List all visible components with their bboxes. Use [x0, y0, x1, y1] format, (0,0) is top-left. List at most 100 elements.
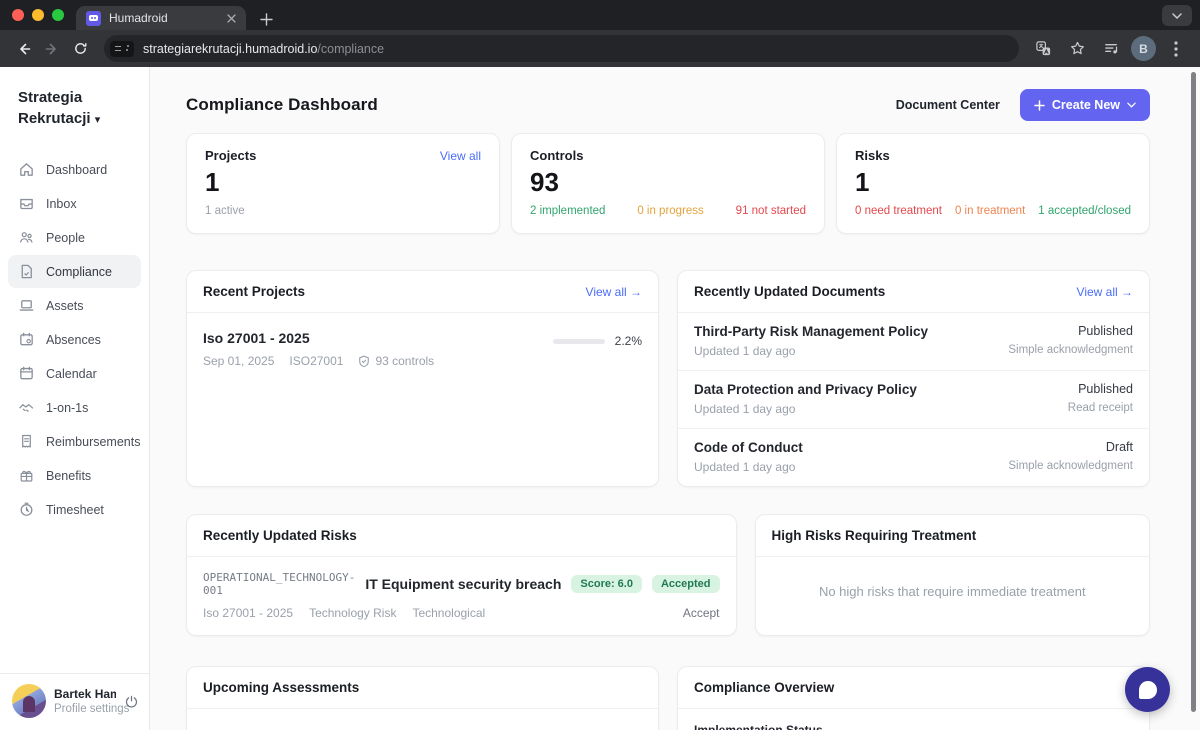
compliance-document-icon [18, 263, 35, 280]
risk-score-badge: Score: 6.0 [571, 575, 642, 593]
risks-title: Risks [855, 148, 890, 163]
project-date: Sep 01, 2025 [203, 354, 274, 368]
recent-projects-panel: Recent Projects View all → Iso 27001 - 2… [186, 270, 659, 487]
gift-icon [18, 467, 35, 484]
upcoming-assessments-panel: Upcoming Assessments No upcoming assessm… [186, 666, 659, 730]
sidebar-item-assets[interactable]: Assets [8, 289, 141, 322]
back-icon[interactable] [10, 35, 38, 63]
tab-title: Humadroid [109, 11, 219, 25]
workspace-name: Strategia Rekrutacji [18, 89, 91, 127]
document-status: Published [1008, 324, 1133, 338]
shield-icon [358, 355, 370, 368]
sidebar-item-benefits[interactable]: Benefits [8, 459, 141, 492]
browser-tab[interactable]: Humadroid [76, 6, 246, 30]
documents-view-all-link[interactable]: View all → [1077, 285, 1133, 299]
projects-view-all-link[interactable]: View all [440, 149, 481, 163]
chat-bubble-icon [1139, 681, 1157, 699]
compliance-overview-panel: Compliance Overview Implementation Statu… [677, 666, 1150, 730]
sidebar-item-compliance[interactable]: Compliance [8, 255, 141, 288]
sidebar-item-label: Benefits [46, 469, 91, 483]
sidebar-item-inbox[interactable]: Inbox [8, 187, 141, 220]
risk-status-badge: Accepted [652, 575, 720, 593]
sidebar-item-label: Inbox [46, 197, 77, 211]
document-status: Published [1068, 382, 1133, 396]
browser-profile-avatar[interactable]: B [1131, 36, 1156, 61]
controls-title: Controls [530, 148, 583, 163]
logout-power-icon[interactable] [124, 694, 139, 709]
workspace-switcher[interactable]: Strategia Rekrutacji ▾ [0, 67, 149, 141]
high-risks-panel: High Risks Requiring Treatment No high r… [755, 514, 1150, 636]
stat-card-projects: Projects View all 1 1 active [186, 133, 500, 234]
tab-search-chevron-icon[interactable] [1162, 5, 1192, 26]
sidebar-item-timesheet[interactable]: Timesheet [8, 493, 141, 526]
create-new-button[interactable]: Create New [1020, 89, 1150, 121]
reading-list-icon[interactable] [1097, 35, 1125, 63]
url-bar[interactable]: strategiarekrutacji.humadroid.io/complia… [104, 35, 1019, 62]
document-updated: Updated 1 day ago [694, 460, 803, 474]
browser-menu-kebab-icon[interactable] [1162, 35, 1190, 63]
controls-not-started-label: 91 not started [736, 205, 806, 217]
url-text: strategiarekrutacji.humadroid.io/complia… [143, 42, 384, 56]
inbox-icon [18, 195, 35, 212]
risks-need-treatment-label: 0 need treatment [855, 205, 942, 217]
recent-projects-view-all-link[interactable]: View all → [586, 285, 642, 299]
main-content: Compliance Dashboard Document Center Cre… [150, 67, 1200, 730]
handshake-icon [18, 399, 35, 416]
user-avatar [12, 684, 46, 718]
document-center-link[interactable]: Document Center [896, 98, 1000, 112]
sidebar-item-absences[interactable]: Absences [8, 323, 141, 356]
recent-projects-title: Recent Projects [203, 284, 305, 299]
projects-active-label: 1 active [205, 205, 245, 217]
site-settings-icon[interactable] [110, 41, 134, 57]
document-row[interactable]: Third-Party Risk Management Policy Updat… [678, 313, 1149, 371]
risks-accepted-label: 1 accepted/closed [1038, 205, 1131, 217]
clock-icon [18, 501, 35, 518]
document-name: Data Protection and Privacy Policy [694, 382, 917, 397]
reload-icon[interactable] [66, 35, 94, 63]
risks-in-treatment-label: 0 in treatment [955, 205, 1025, 217]
window-minimize-button[interactable] [32, 9, 44, 21]
sidebar: Strategia Rekrutacji ▾ Dashboard Inbox P… [0, 67, 150, 730]
document-updated: Updated 1 day ago [694, 402, 917, 416]
project-framework: ISO27001 [289, 354, 343, 368]
sidebar-item-label: Absences [46, 333, 101, 347]
sidebar-item-reimbursements[interactable]: Reimbursements [8, 425, 141, 458]
risk-project: Iso 27001 - 2025 [203, 606, 293, 620]
forward-icon[interactable] [38, 35, 66, 63]
document-row[interactable]: Data Protection and Privacy Policy Updat… [678, 371, 1149, 429]
profile-settings[interactable]: Bartek Hamerlins Profile settings [0, 673, 149, 730]
translate-icon[interactable] [1029, 35, 1057, 63]
sidebar-item-label: Assets [46, 299, 84, 313]
humadroid-favicon [86, 11, 101, 26]
workspace-dropdown-icon: ▾ [95, 114, 101, 126]
browser-toolbar: strategiarekrutacji.humadroid.io/complia… [0, 30, 1200, 67]
sidebar-item-label: Reimbursements [46, 435, 140, 449]
people-icon [18, 229, 35, 246]
bookmark-star-icon[interactable] [1063, 35, 1091, 63]
document-status: Draft [1008, 440, 1133, 454]
risk-action-label: Accept [683, 606, 720, 620]
chat-widget-button[interactable] [1125, 667, 1170, 712]
sidebar-item-1on1s[interactable]: 1-on-1s [8, 391, 141, 424]
chevron-down-icon [1127, 102, 1136, 108]
sidebar-item-label: Compliance [46, 265, 112, 279]
tab-close-icon[interactable] [227, 14, 236, 23]
sidebar-item-dashboard[interactable]: Dashboard [8, 153, 141, 186]
risk-row[interactable]: OPERATIONAL_TECHNOLOGY-001 IT Equipment … [187, 557, 736, 635]
new-tab-button[interactable] [260, 13, 273, 26]
project-row[interactable]: Iso 27001 - 2025 Sep 01, 2025 ISO27001 9… [187, 313, 658, 385]
sidebar-item-people[interactable]: People [8, 221, 141, 254]
high-risks-empty-state: No high risks that require immediate tre… [756, 557, 1149, 626]
window-close-button[interactable] [12, 9, 24, 21]
page-scrollbar[interactable] [1191, 72, 1196, 712]
risks-count: 1 [855, 169, 1131, 195]
document-row[interactable]: Code of Conduct Updated 1 day ago Draft … [678, 429, 1149, 486]
sidebar-item-calendar[interactable]: Calendar [8, 357, 141, 390]
document-ack-type: Read receipt [1068, 402, 1133, 414]
risk-category: Technology Risk [309, 606, 396, 620]
sidebar-item-label: People [46, 231, 85, 245]
projects-count: 1 [205, 169, 481, 195]
risk-name: IT Equipment security breach [365, 576, 561, 592]
window-zoom-button[interactable] [52, 9, 64, 21]
controls-in-progress-label: 0 in progress [637, 205, 703, 217]
